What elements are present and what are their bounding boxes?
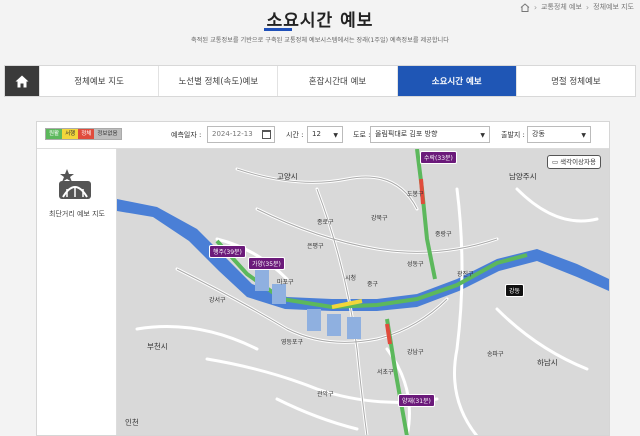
color-blind-mode-label: 색각이상자용 (560, 158, 596, 166)
traffic-legend: 원활 서행 정체 정보없음 (45, 128, 122, 140)
tab-holiday[interactable]: 명절 정체예보 (515, 66, 635, 96)
filter-bar: 원활 서행 정체 정보없음 예측일자 : 2024-12-13 시간 : 12 … (37, 122, 609, 148)
place-gwangjin: 광진구 (457, 271, 474, 278)
place-gangseo: 강서구 (209, 297, 226, 304)
place-seongdong: 성동구 (407, 261, 424, 268)
origin-value: 강동 (532, 130, 545, 138)
legend-slow: 서행 (62, 129, 79, 139)
chevron-down-icon: ▼ (581, 132, 586, 139)
chevron-down-icon: ▼ (480, 132, 485, 139)
city-goyang: 고양시 (277, 172, 298, 181)
city-bucheon: 부천시 (147, 342, 168, 351)
legend-no-info: 정보없음 (94, 129, 121, 139)
forecast-panel: 원활 서행 정체 정보없음 예측일자 : 2024-12-13 시간 : 12 … (36, 121, 610, 436)
tab-bar: 정체예보 지도 노선별 정체(속도)예보 혼잡시간대 예보 소요시간 예보 명절… (4, 65, 636, 97)
place-city-hall: 시청 (345, 275, 357, 282)
date-label: 예측일자 : (171, 131, 202, 139)
page-title: 소요시간 예보 (266, 11, 374, 31)
place-songpa: 송파구 (487, 351, 504, 358)
origin-select[interactable]: 강동 ▼ (527, 126, 591, 143)
place-seocho: 서초구 (377, 369, 394, 376)
city-namyangju: 남양주시 (509, 172, 537, 181)
place-dobong: 도봉구 (407, 191, 424, 198)
map-canvas (117, 149, 609, 435)
time-value: 12 (312, 130, 321, 138)
tab-route-speed[interactable]: 노선별 정체(속도)예보 (158, 66, 277, 96)
tab-home[interactable] (5, 66, 39, 96)
traffic-map[interactable]: ▭ 색각이상자용 수락(33분) 행주(39분) 가양(35분) 강동 양재(3… (117, 148, 609, 435)
shortest-route-map-icon[interactable] (57, 167, 93, 203)
road-label: 도로 : (353, 131, 371, 139)
origin-label: 출발지 : (501, 131, 525, 139)
color-blind-mode-button[interactable]: ▭ 색각이상자용 (546, 155, 601, 169)
time-label: 시간 : (286, 131, 304, 139)
tab-travel-time[interactable]: 소요시간 예보 (396, 66, 516, 96)
route-tag-gangdong[interactable]: 강동 (505, 284, 525, 297)
sidebar: 최단거리 예보 지도 (37, 148, 117, 435)
chevron-down-icon: ▼ (333, 132, 338, 139)
road-value: 올림픽대로 김포 방향 (375, 130, 438, 138)
place-jungnang: 중랑구 (435, 231, 452, 238)
calendar-icon[interactable] (262, 130, 271, 139)
route-tag-susak[interactable]: 수락(33분) (420, 151, 457, 164)
monitor-icon: ▭ (551, 158, 559, 166)
time-select[interactable]: 12 ▼ (307, 126, 343, 143)
place-gangnam: 강남구 (407, 349, 424, 356)
date-value: 2024-12-13 (212, 130, 253, 138)
route-tag-haengju[interactable]: 행주(39분) (209, 245, 246, 258)
city-hanam: 하남시 (537, 358, 558, 367)
legend-smooth: 원활 (46, 129, 63, 139)
page-subtitle: 축적된 교통정보를 기반으로 구축된 교통정체 예보시스템에서는 장래(1주일)… (191, 37, 449, 44)
legend-congested: 정체 (78, 129, 95, 139)
place-junggu: 중구 (367, 281, 379, 288)
place-jongno: 종로구 (317, 219, 334, 226)
tab-peak-time[interactable]: 혼잡시간대 예보 (277, 66, 396, 96)
title-underline (264, 28, 292, 31)
place-gangbuk: 강북구 (371, 215, 388, 222)
road-select[interactable]: 올림픽대로 김포 방향 ▼ (370, 126, 490, 143)
place-yeongdeungpo: 영등포구 (281, 339, 304, 346)
route-tag-gayang[interactable]: 가양(35분) (248, 257, 285, 270)
place-mapo: 마포구 (277, 279, 294, 286)
date-input[interactable]: 2024-12-13 (207, 126, 275, 143)
home-icon (15, 75, 29, 87)
place-gwanak: 관악구 (317, 391, 334, 398)
tab-congestion-map[interactable]: 정체예보 지도 (39, 66, 158, 96)
route-tag-yangjae[interactable]: 양재(31분) (398, 394, 435, 407)
city-incheon: 인천 (125, 418, 139, 427)
place-eunpyeong: 은평구 (307, 243, 324, 250)
sidebar-label[interactable]: 최단거리 예보 지도 (37, 209, 117, 219)
